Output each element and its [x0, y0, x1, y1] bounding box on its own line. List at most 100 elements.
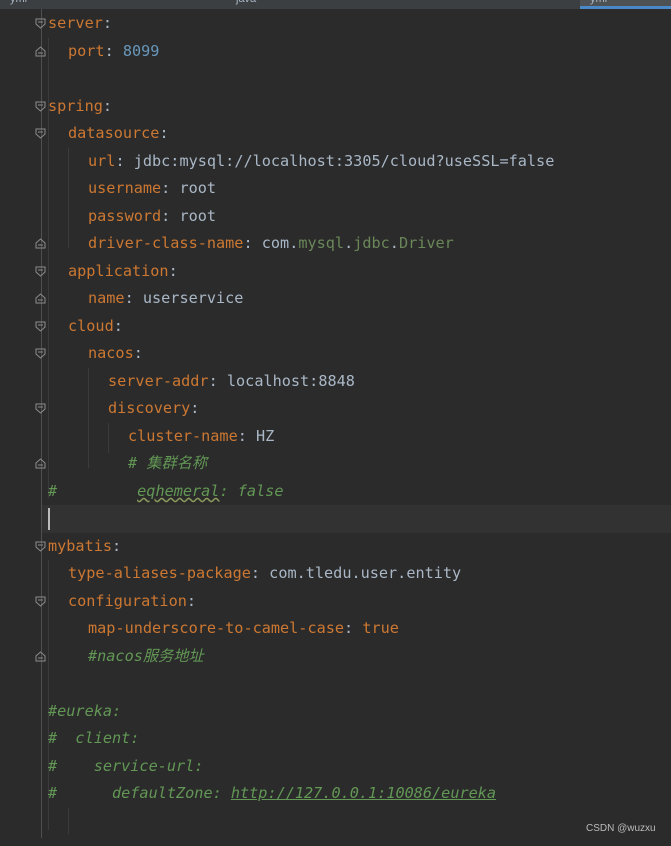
yaml-value: HZ: [256, 427, 275, 445]
yaml-key: name: [88, 289, 125, 307]
fold-open-icon[interactable]: [34, 127, 47, 140]
yaml-value: root: [179, 179, 217, 197]
code-line: type-aliases-package: com.tledu.user.ent…: [68, 560, 461, 587]
fold-close-icon[interactable]: [34, 292, 47, 305]
code-line: discovery:: [108, 395, 199, 422]
code-line: cluster-name: HZ: [128, 423, 274, 450]
yaml-key: server-addr: [108, 372, 209, 390]
fold-open-icon[interactable]: [34, 595, 47, 608]
class-name: Driver: [398, 234, 454, 252]
yaml-punct: .: [289, 234, 299, 252]
yaml-key: discovery: [108, 399, 191, 417]
yaml-punct: :: [112, 537, 122, 555]
editor-tab-2-label: java: [236, 0, 256, 5]
code-line: datasource:: [68, 120, 169, 147]
fold-open-icon[interactable]: [34, 265, 47, 278]
editor-tab-1-label: yml: [10, 0, 27, 5]
fold-close-icon[interactable]: [34, 237, 47, 250]
fold-close-icon[interactable]: [34, 457, 47, 470]
yaml-value: com.tledu.user.entity: [269, 564, 462, 582]
code-line: spring:: [48, 93, 112, 120]
text-cursor: [48, 508, 50, 530]
code-line: configuration:: [68, 588, 196, 615]
code-line: # eqhemeral: false: [48, 478, 283, 505]
code-line: #eureka:: [48, 698, 121, 725]
yaml-punct: :: [208, 372, 227, 390]
yaml-key: url: [88, 152, 116, 170]
fold-open-icon[interactable]: [34, 320, 47, 333]
editor-tab-active[interactable]: yml: [580, 0, 671, 9]
code-line: driver-class-name: com.mysql.jdbc.Driver: [88, 230, 454, 257]
editor-tab-2[interactable]: java: [226, 0, 580, 9]
fold-open-icon[interactable]: [34, 402, 47, 415]
yaml-punct: :: [159, 124, 169, 142]
current-line-highlight: [42, 505, 671, 533]
package-segment: jdbc: [353, 234, 390, 252]
fold-close-icon[interactable]: [34, 650, 47, 663]
yaml-punct: :: [186, 592, 197, 610]
yaml-punct: :: [124, 289, 143, 307]
yaml-punct: :: [102, 14, 113, 32]
yaml-comment: # defaultZone:: [48, 784, 231, 802]
yaml-comment: # 集群名称: [128, 454, 208, 472]
fold-close-icon[interactable]: [34, 45, 47, 58]
code-line: password: root: [88, 203, 216, 230]
yaml-comment: eqhemeral: [137, 482, 220, 500]
yaml-comment: #: [48, 482, 58, 500]
fold-open-icon[interactable]: [34, 17, 47, 30]
fold-open-icon[interactable]: [34, 100, 47, 113]
yaml-punct: :: [190, 399, 200, 417]
indent-guide: [108, 423, 109, 453]
watermark: CSDN @wuzxu: [586, 823, 656, 834]
yaml-comment: :: [219, 482, 238, 500]
yaml-comment: # client:: [48, 729, 140, 747]
eureka-url-link[interactable]: http://127.0.0.1:10086/eureka: [231, 784, 496, 802]
yaml-punct: :: [168, 262, 178, 280]
yaml-punct: :: [344, 619, 363, 637]
code-line: # 集群名称: [128, 450, 207, 477]
yaml-punct: .: [389, 234, 399, 252]
yaml-key: server: [48, 14, 103, 32]
editor-tab-bar: yml java yml: [0, 0, 671, 9]
yaml-key: password: [88, 207, 162, 225]
code-line: username: root: [88, 175, 216, 202]
yaml-comment: # service-url:: [48, 757, 204, 775]
yaml-punct: :: [250, 564, 270, 582]
code-line: application:: [68, 258, 178, 285]
yaml-value: jdbc:mysql://localhost:3305/cloud?useSSL…: [133, 152, 555, 170]
fold-open-icon[interactable]: [34, 540, 47, 553]
yaml-key: type-aliases-package: [68, 564, 251, 582]
yaml-key: application: [68, 262, 169, 280]
yaml-value: userservice: [142, 289, 244, 307]
yaml-punct: :: [133, 344, 143, 362]
yaml-punct: .: [344, 234, 354, 252]
yaml-key: nacos: [88, 344, 134, 362]
yaml-key: cluster-name: [128, 427, 238, 445]
yaml-key: mybatis: [48, 537, 113, 555]
yaml-punct: :: [102, 97, 113, 115]
indent-guide: [68, 148, 69, 248]
yaml-punct: :: [113, 317, 123, 335]
code-line: name: userservice: [88, 285, 243, 312]
yaml-punct: :: [161, 179, 180, 197]
code-line: nacos:: [88, 340, 143, 367]
code-line: map-underscore-to-camel-case: true: [88, 615, 399, 642]
yaml-punct: :: [115, 152, 134, 170]
yaml-comment: false: [237, 482, 284, 500]
yaml-comment: #eureka:: [48, 702, 122, 720]
code-line: #nacos服务地址: [88, 643, 204, 670]
code-line: # service-url:: [48, 753, 203, 780]
yaml-punct: :: [237, 427, 257, 445]
yaml-punct: :: [104, 42, 123, 60]
yaml-value: localhost:8848: [226, 372, 355, 390]
code-line: server-addr: localhost:8848: [108, 368, 355, 395]
yaml-key: datasource: [68, 124, 160, 142]
yaml-key: driver-class-name: [88, 234, 244, 252]
fold-open-icon[interactable]: [34, 347, 47, 360]
yaml-punct: :: [161, 207, 180, 225]
code-line: server:: [48, 10, 112, 37]
yaml-value: true: [362, 619, 399, 637]
code-line: port: 8099: [68, 38, 159, 65]
package-segment: mysql: [298, 234, 345, 252]
editor-tab-1[interactable]: yml: [0, 0, 225, 9]
